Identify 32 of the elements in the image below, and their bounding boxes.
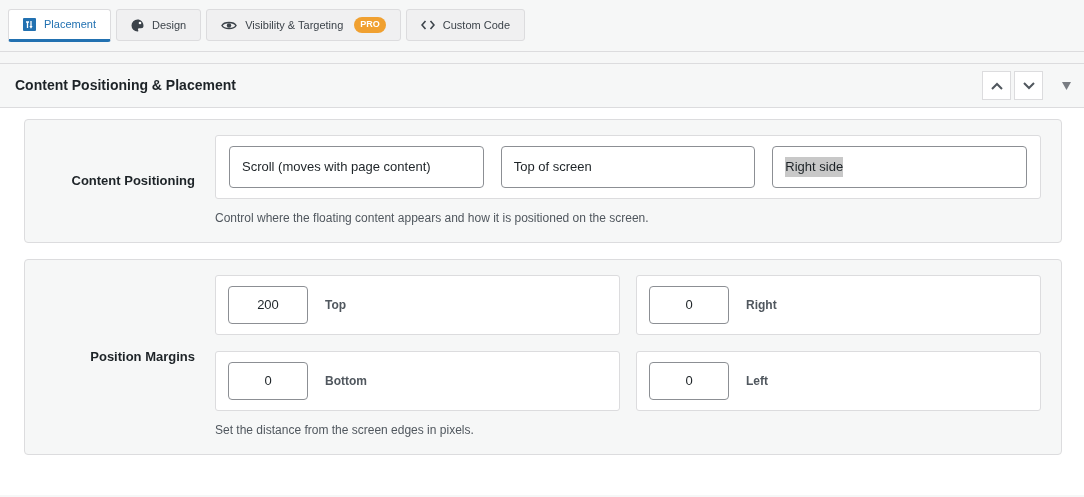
margin-label: Right [746, 297, 777, 314]
move-up-button[interactable] [982, 71, 1011, 100]
number-field[interactable]: 0 [649, 362, 729, 400]
margin-label: Left [746, 373, 768, 390]
field-label: Position Margins [90, 349, 195, 365]
help-text: Set the distance from the screen edges in pixels. [215, 422, 475, 439]
tab-label: Visibility & Targeting [245, 17, 344, 33]
move-down-button[interactable] [1014, 71, 1043, 100]
field-label: Content Positioning [71, 173, 195, 189]
number-field[interactable]: 0 [649, 286, 729, 324]
tab[interactable]: Design [116, 9, 202, 41]
number-field[interactable]: 0 [228, 362, 308, 400]
tab[interactable]: Placement [8, 9, 111, 42]
caret-down-icon [1061, 81, 1071, 90]
help-text: Control where the floating content appears and how it is positioned on the screen. [215, 210, 650, 227]
toggle-button[interactable] [1060, 79, 1072, 92]
select-field[interactable]: Top of screen [500, 146, 756, 188]
code-icon [420, 20, 435, 30]
select-field[interactable]: Scroll (moves with page content) [229, 146, 484, 188]
chevron-down-icon [1021, 80, 1036, 91]
tab[interactable]: Custom Code [405, 9, 526, 41]
number-field[interactable]: 200 [228, 286, 308, 324]
margin-label: Top [325, 297, 347, 314]
chevron-up-icon [989, 80, 1004, 91]
margin-label: Bottom [325, 373, 367, 390]
palette-icon [131, 18, 144, 32]
eye-icon [221, 19, 238, 31]
pro-badge: PRO [354, 17, 386, 33]
select-field[interactable]: Right side [772, 146, 1027, 188]
tab[interactable]: Visibility & Targeting PRO [206, 9, 401, 41]
layout-icon [23, 18, 36, 31]
panel-title: Content Positioning & Placement [15, 76, 236, 95]
